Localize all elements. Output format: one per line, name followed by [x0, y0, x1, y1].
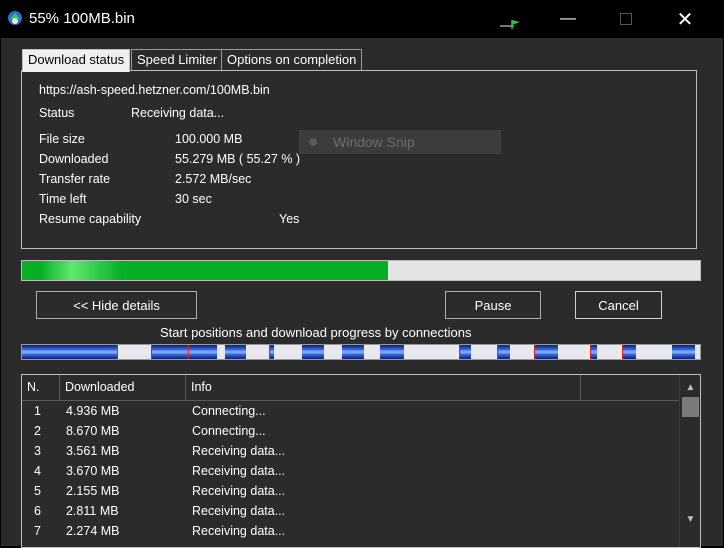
table-row[interactable]: 4 3.670 MB Receiving data...: [22, 461, 679, 481]
minimize-button[interactable]: —: [545, 0, 591, 38]
connection-start-marker: [459, 345, 461, 359]
table-row[interactable]: 2 8.670 MB Connecting...: [22, 421, 679, 441]
row-downloaded: 3.670 MB: [66, 464, 120, 478]
row-info: Receiving data...: [192, 464, 286, 478]
row-info: Receiving data...: [192, 444, 286, 458]
connection-start-marker: [622, 345, 624, 359]
row-downloaded: 4.936 MB: [66, 404, 120, 418]
file-size-label: File size: [39, 132, 85, 146]
window-snip-overlay: Window Snip: [299, 130, 501, 154]
row-downloaded: 2.155 MB: [66, 484, 120, 498]
connections-label: Start positions and download progress by…: [160, 325, 472, 340]
snip-icon: [309, 138, 317, 146]
column-header-info[interactable]: Info: [186, 375, 581, 400]
pause-button[interactable]: Pause: [445, 291, 541, 319]
close-button[interactable]: ✕: [662, 0, 708, 38]
row-info: Receiving data...: [192, 484, 286, 498]
time-left-value: 30 sec: [175, 192, 212, 206]
downloaded-value: 55.279 MB ( 55.27 % ): [175, 152, 301, 166]
connection-segment: [150, 345, 189, 359]
table-row[interactable]: 6 2.811 MB Receiving data...: [22, 501, 679, 521]
maximize-icon: [620, 13, 632, 25]
downloaded-label: Downloaded: [39, 152, 109, 166]
row-info: Connecting...: [192, 424, 266, 438]
row-number: 7: [34, 524, 41, 538]
row-downloaded: 8.670 MB: [66, 424, 120, 438]
cancel-button[interactable]: Cancel: [575, 291, 662, 319]
row-downloaded: 2.274 MB: [66, 524, 120, 538]
connection-start-marker: [150, 345, 152, 359]
row-number: 1: [34, 404, 41, 418]
tab-options-on-completion[interactable]: Options on completion: [221, 49, 363, 70]
row-info: Receiving data...: [192, 524, 286, 538]
file-size-value: 100.000 MB: [175, 132, 243, 146]
row-downloaded: 2.811 MB: [66, 504, 119, 518]
row-info: Receiving data...: [192, 504, 286, 518]
download-manager-icon: [8, 11, 22, 25]
snip-overlay-text: Window Snip: [333, 134, 415, 150]
speed-flag-icon: [500, 20, 520, 29]
row-number: 5: [34, 484, 41, 498]
title-bar: 55% 100MB.bin — ✕: [0, 0, 724, 38]
table-row[interactable]: 5 2.155 MB Receiving data...: [22, 481, 679, 501]
connection-start-marker: [188, 345, 190, 359]
download-progress-fill: [22, 261, 388, 280]
connection-segment: [622, 345, 636, 359]
scroll-down-icon[interactable]: ▼: [680, 511, 700, 529]
window-title: 55% 100MB.bin: [29, 10, 135, 27]
connection-start-marker: [533, 345, 535, 359]
table-scrollbar[interactable]: ▲ ▼: [679, 375, 700, 547]
connection-segment: [496, 345, 511, 359]
download-url: https://ash-speed.hetzner.com/100MB.bin: [39, 83, 270, 97]
transfer-rate-label: Transfer rate: [39, 172, 111, 186]
row-info: Connecting...: [192, 404, 266, 418]
hide-details-button[interactable]: << Hide details: [36, 291, 197, 319]
connection-start-marker: [116, 345, 118, 359]
status-value: Receiving data...: [131, 106, 225, 120]
status-label: Status: [39, 106, 75, 120]
table-row[interactable]: 7 2.274 MB Receiving data...: [22, 521, 679, 541]
maximize-button[interactable]: [603, 0, 649, 38]
connection-segment: [188, 345, 218, 359]
connection-segment: [225, 345, 246, 359]
connection-segment: [459, 345, 471, 359]
row-number: 2: [34, 424, 41, 438]
column-header-number[interactable]: N.: [22, 375, 60, 400]
table-row[interactable]: 1 4.936 MB Connecting...: [22, 401, 679, 421]
row-number: 4: [34, 464, 41, 478]
connection-start-marker: [268, 345, 270, 359]
resume-capability-label: Resume capability: [39, 212, 142, 226]
connection-segment: [379, 345, 404, 359]
row-downloaded: 3.561 MB: [66, 444, 120, 458]
column-header-downloaded[interactable]: Downloaded: [60, 375, 186, 400]
connection-segment: [302, 345, 324, 359]
connections-table: N. Downloaded Info 1 4.936 MB Connecting..…: [21, 374, 701, 548]
connection-segment: [22, 345, 117, 359]
connection-start-marker: [590, 345, 592, 359]
transfer-rate-value: 2.572 MB/sec: [175, 172, 252, 186]
tab-speed-limiter[interactable]: Speed Limiter: [131, 49, 224, 70]
connection-segment: [671, 345, 695, 359]
download-progress-bar: [21, 260, 701, 281]
connection-start-marker: [496, 345, 498, 359]
row-number: 6: [34, 504, 41, 518]
scroll-thumb[interactable]: [682, 397, 699, 417]
resume-capability-value: Yes: [279, 212, 300, 226]
table-row[interactable]: 3 3.561 MB Receiving data...: [22, 441, 679, 461]
row-number: 3: [34, 444, 41, 458]
table-body: 1 4.936 MB Connecting... 2 8.670 MB Connectin…: [22, 401, 679, 541]
dialog-body: Download status Speed Limiter Options on…: [1, 38, 723, 548]
connection-segment: [533, 345, 558, 359]
connection-segment: [342, 345, 365, 359]
table-header: N. Downloaded Info: [22, 375, 679, 401]
connections-progress-bar: [21, 344, 701, 360]
connection-segment: [590, 345, 597, 359]
scroll-up-icon[interactable]: ▲: [680, 379, 700, 397]
time-left-label: Time left: [39, 192, 87, 206]
download-status-panel: https://ash-speed.hetzner.com/100MB.bin …: [21, 70, 697, 249]
tab-download-status[interactable]: Download status: [22, 49, 131, 72]
